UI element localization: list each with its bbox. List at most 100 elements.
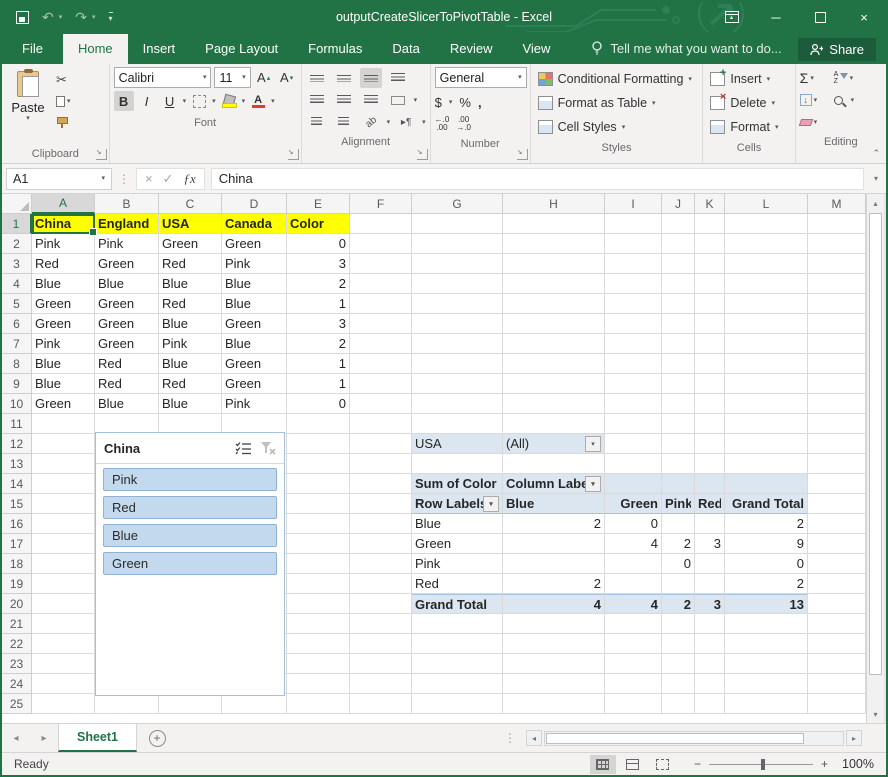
scroll-left-icon[interactable]: ◂: [526, 730, 542, 746]
row-header-17[interactable]: 17: [2, 534, 32, 554]
font-color-button[interactable]: A: [248, 91, 268, 111]
cell-E8[interactable]: 1: [287, 354, 350, 374]
filter-dropdown-icon[interactable]: ▾: [585, 436, 601, 452]
cell-B2[interactable]: Pink: [95, 234, 159, 254]
increase-indent-button[interactable]: [333, 112, 355, 132]
cell-J19[interactable]: [662, 574, 695, 594]
row-header-2[interactable]: 2: [2, 234, 32, 254]
cell-A8[interactable]: Blue: [32, 354, 95, 374]
page-break-preview-button[interactable]: [650, 755, 676, 774]
row-header-16[interactable]: 16: [2, 514, 32, 534]
cell-E14[interactable]: [287, 474, 350, 494]
cell-H11[interactable]: [503, 414, 605, 434]
cell-H22[interactable]: [503, 634, 605, 654]
ribbon-display-options-button[interactable]: [710, 2, 754, 32]
cell-H9[interactable]: [503, 374, 605, 394]
cell-M22[interactable]: [808, 634, 866, 654]
row-header-25[interactable]: 25: [2, 694, 32, 714]
italic-button[interactable]: I: [137, 91, 157, 111]
select-all-corner[interactable]: [2, 194, 32, 214]
cell-I6[interactable]: [605, 314, 662, 334]
copy-button[interactable]: ▾: [56, 92, 78, 110]
row-header-10[interactable]: 10: [2, 394, 32, 414]
tab-review[interactable]: Review: [435, 34, 508, 64]
cell-H14[interactable]: Column Labels▾: [503, 474, 605, 494]
cell-I18[interactable]: [605, 554, 662, 574]
cell-D6[interactable]: Green: [222, 314, 287, 334]
cell-H18[interactable]: [503, 554, 605, 574]
slicer-china[interactable]: China PinkRedBlueGreen: [95, 432, 285, 696]
font-name-combo[interactable]: Calibri▾: [114, 67, 212, 88]
underline-button[interactable]: U: [160, 91, 180, 111]
cell-A18[interactable]: [32, 554, 95, 574]
next-sheet-icon[interactable]: ▸: [30, 724, 58, 752]
cell-K11[interactable]: [695, 414, 725, 434]
cell-F11[interactable]: [350, 414, 412, 434]
cell-I24[interactable]: [605, 674, 662, 694]
sort-filter-button[interactable]: AZ▾: [834, 71, 868, 85]
cell-M23[interactable]: [808, 654, 866, 674]
cell-F13[interactable]: [350, 454, 412, 474]
zoom-level[interactable]: 100%: [838, 757, 886, 771]
tab-view[interactable]: View: [507, 34, 565, 64]
cell-F3[interactable]: [350, 254, 412, 274]
cell-J6[interactable]: [662, 314, 695, 334]
row-header-8[interactable]: 8: [2, 354, 32, 374]
cell-I25[interactable]: [605, 694, 662, 714]
cell-L25[interactable]: [725, 694, 808, 714]
cell-C25[interactable]: [159, 694, 222, 714]
sheet-tab-sheet1[interactable]: Sheet1: [58, 724, 137, 752]
cell-L9[interactable]: [725, 374, 808, 394]
row-header-12[interactable]: 12: [2, 434, 32, 454]
cell-M15[interactable]: [808, 494, 866, 514]
column-header-C[interactable]: C: [159, 194, 222, 214]
insert-function-icon[interactable]: ƒx: [184, 171, 196, 187]
cell-H4[interactable]: [503, 274, 605, 294]
cell-J4[interactable]: [662, 274, 695, 294]
cell-D5[interactable]: Blue: [222, 294, 287, 314]
cell-B3[interactable]: Green: [95, 254, 159, 274]
tab-insert[interactable]: Insert: [128, 34, 191, 64]
cell-A3[interactable]: Red: [32, 254, 95, 274]
cell-J13[interactable]: [662, 454, 695, 474]
column-header-H[interactable]: H: [503, 194, 605, 214]
cell-styles-button[interactable]: Cell Styles▾: [538, 115, 699, 139]
zoom-slider[interactable]: [709, 764, 813, 765]
cell-E13[interactable]: [287, 454, 350, 474]
cell-H19[interactable]: 2: [503, 574, 605, 594]
cell-L6[interactable]: [725, 314, 808, 334]
alignment-dialog-launcher[interactable]: ↘: [417, 149, 428, 160]
cell-B4[interactable]: Blue: [95, 274, 159, 294]
prev-sheet-icon[interactable]: ◂: [2, 724, 30, 752]
cell-C9[interactable]: Red: [159, 374, 222, 394]
cell-A11[interactable]: [32, 414, 95, 434]
tab-file[interactable]: File: [2, 34, 63, 64]
cell-L15[interactable]: Grand Total: [725, 494, 808, 514]
vertical-scrollbar[interactable]: ▴ ▾: [866, 194, 884, 723]
column-header-F[interactable]: F: [350, 194, 412, 214]
cell-G17[interactable]: Green: [412, 534, 503, 554]
save-icon[interactable]: [16, 11, 29, 24]
conditional-formatting-button[interactable]: Conditional Formatting▾: [538, 67, 699, 91]
row-header-23[interactable]: 23: [2, 654, 32, 674]
cell-K14[interactable]: [695, 474, 725, 494]
cell-K10[interactable]: [695, 394, 725, 414]
cell-A1[interactable]: China: [32, 214, 95, 234]
cell-H24[interactable]: [503, 674, 605, 694]
cell-J16[interactable]: [662, 514, 695, 534]
cell-J25[interactable]: [662, 694, 695, 714]
accounting-format-button[interactable]: $: [435, 95, 442, 110]
cell-I17[interactable]: 4: [605, 534, 662, 554]
zoom-slider-handle[interactable]: [761, 759, 765, 770]
cell-G11[interactable]: [412, 414, 503, 434]
cell-K12[interactable]: [695, 434, 725, 454]
cell-L4[interactable]: [725, 274, 808, 294]
cell-H8[interactable]: [503, 354, 605, 374]
slicer-item-blue[interactable]: Blue: [103, 524, 277, 547]
wrap-text-button[interactable]: [387, 68, 409, 88]
column-header-G[interactable]: G: [412, 194, 503, 214]
row-header-3[interactable]: 3: [2, 254, 32, 274]
cell-K3[interactable]: [695, 254, 725, 274]
cell-H7[interactable]: [503, 334, 605, 354]
cell-H3[interactable]: [503, 254, 605, 274]
